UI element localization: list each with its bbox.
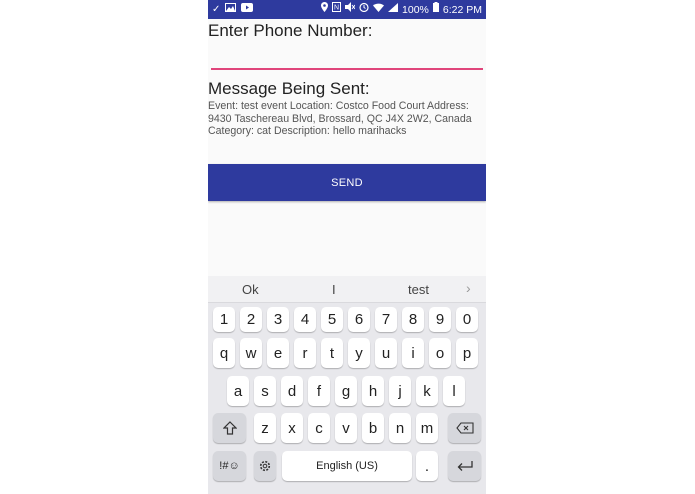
key[interactable]: s (254, 376, 276, 406)
shift-icon (222, 421, 237, 435)
key[interactable]: n (389, 413, 411, 443)
key[interactable]: i (402, 338, 424, 368)
clock: 6:22 PM (442, 3, 482, 16)
suggestion-item[interactable]: Ok (242, 282, 259, 297)
youtube-icon (241, 3, 254, 17)
key[interactable]: m (416, 413, 438, 443)
key[interactable]: 0 (456, 307, 478, 332)
settings-key[interactable] (254, 451, 276, 481)
key[interactable]: b (362, 413, 384, 443)
key[interactable]: y (348, 338, 370, 368)
backspace-icon (455, 422, 474, 434)
phone-number-label: Enter Phone Number: (208, 21, 373, 40)
key[interactable]: l (443, 376, 465, 406)
key[interactable]: p (456, 338, 478, 368)
alarm-icon (359, 2, 369, 17)
enter-icon (457, 461, 473, 471)
key[interactable]: u (375, 338, 397, 368)
suggestion-item[interactable]: I (332, 282, 336, 297)
key[interactable]: x (281, 413, 303, 443)
signal-icon (388, 2, 399, 17)
check-icon: ✓ (212, 4, 221, 15)
status-bar: ✓ N 100% 6:22 PM (208, 0, 486, 19)
message-text: Event: test event Location: Costco Food … (208, 100, 472, 137)
key[interactable]: 7 (375, 307, 397, 332)
location-icon (321, 2, 329, 17)
key[interactable]: a (227, 376, 249, 406)
key[interactable]: 5 (321, 307, 343, 332)
phone-screen: ✓ N 100% 6:22 PM Enter Phone Number: Mes… (208, 0, 486, 494)
chevron-right-icon[interactable]: › (466, 280, 471, 296)
enter-key[interactable] (448, 451, 481, 481)
svg-text:N: N (334, 5, 339, 12)
key[interactable]: f (308, 376, 330, 406)
phone-number-input[interactable] (211, 42, 483, 70)
key[interactable]: q (213, 338, 235, 368)
mute-icon (345, 2, 356, 17)
key[interactable]: w (240, 338, 262, 368)
key[interactable]: g (335, 376, 357, 406)
key[interactable]: e (267, 338, 289, 368)
key[interactable]: t (321, 338, 343, 368)
nfc-icon: N (332, 2, 342, 17)
shift-key[interactable] (213, 413, 246, 443)
key[interactable]: h (362, 376, 384, 406)
battery-icon (432, 2, 439, 17)
space-key[interactable]: English (US) (282, 451, 412, 481)
key[interactable]: 4 (294, 307, 316, 332)
key[interactable]: k (416, 376, 438, 406)
image-icon (225, 3, 237, 17)
key[interactable]: 3 (267, 307, 289, 332)
key[interactable]: 2 (240, 307, 262, 332)
send-button[interactable]: SEND (208, 164, 486, 201)
key[interactable]: z (254, 413, 276, 443)
key[interactable]: 9 (429, 307, 451, 332)
backspace-key[interactable] (448, 413, 481, 443)
key[interactable]: j (389, 376, 411, 406)
gear-icon (259, 460, 271, 472)
key[interactable]: r (294, 338, 316, 368)
suggestion-item[interactable]: test (408, 282, 429, 297)
key[interactable]: o (429, 338, 451, 368)
key[interactable]: d (281, 376, 303, 406)
battery-percent: 100% (402, 3, 429, 16)
key[interactable]: 1 (213, 307, 235, 332)
key[interactable]: c (308, 413, 330, 443)
suggestion-bar: Ok I test › (208, 276, 486, 303)
soft-keyboard: Ok I test › 1 2 3 4 5 6 7 8 9 0 q w e r … (208, 276, 486, 494)
period-key[interactable]: . (416, 451, 438, 481)
symbols-key[interactable]: !#☺ (213, 451, 246, 481)
wifi-icon (373, 3, 385, 17)
message-label: Message Being Sent: (208, 79, 370, 98)
key[interactable]: 8 (402, 307, 424, 332)
key[interactable]: v (335, 413, 357, 443)
key[interactable]: 6 (348, 307, 370, 332)
